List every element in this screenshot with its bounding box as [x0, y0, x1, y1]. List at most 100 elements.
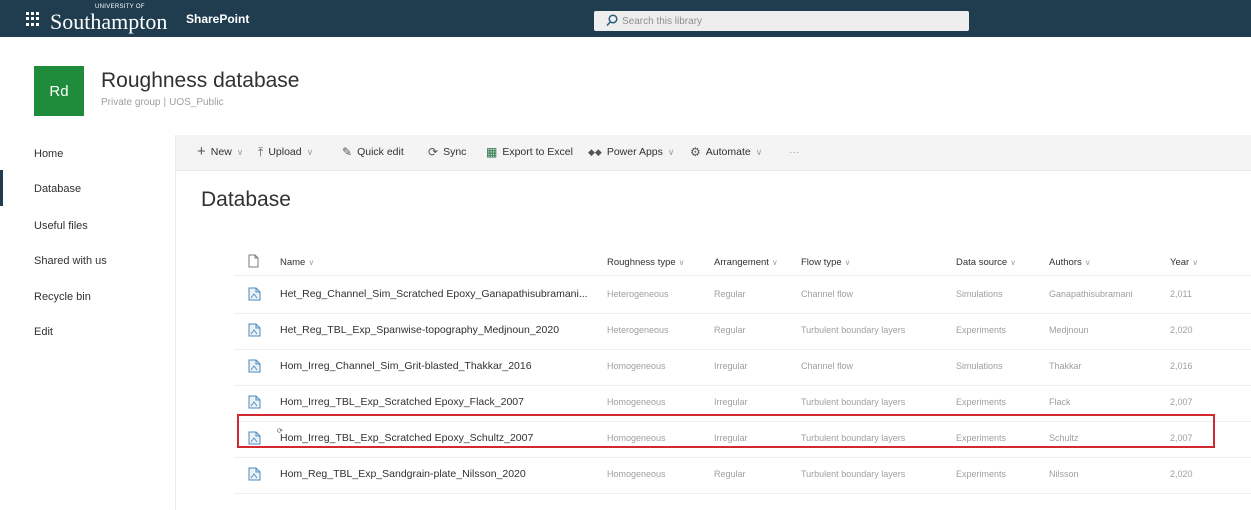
- chevron-down-icon: ∨: [1192, 258, 1199, 267]
- site-privacy: Private group: [101, 97, 161, 108]
- cell-authors: Flack: [1049, 397, 1071, 407]
- cell-authors: Nilsson: [1049, 469, 1079, 479]
- table-row[interactable]: Hom_Irreg_Channel_Sim_Grit-blasted_Thakk…: [234, 350, 1251, 384]
- search-icon: [606, 14, 618, 27]
- cell-roughness-type: Heterogeneous: [607, 289, 669, 299]
- chevron-down-icon: ∨: [236, 146, 244, 157]
- cell-flow-type: Turbulent boundary layers: [801, 325, 906, 335]
- column-header-data-source[interactable]: Data source ∨: [956, 257, 1016, 268]
- power-apps-button[interactable]: ◆◆ Power Apps ∨: [588, 146, 674, 158]
- column-header-authors[interactable]: Authors ∨: [1049, 257, 1091, 268]
- cell-year: 2,007: [1170, 397, 1193, 407]
- nav-item-useful-files[interactable]: Useful files: [34, 220, 88, 232]
- automate-icon: ⚙: [690, 145, 701, 159]
- nav-divider: [175, 135, 176, 510]
- cell-data-source: Simulations: [956, 361, 1003, 371]
- cell-year: 2,016: [1170, 361, 1193, 371]
- cell-arrangement: Regular: [714, 289, 746, 299]
- column-header-flow-type[interactable]: Flow type ∨: [801, 257, 851, 268]
- cell-name[interactable]: Hom_Irreg_Channel_Sim_Grit-blasted_Thakk…: [280, 360, 532, 372]
- chevron-down-icon: ∨: [1084, 258, 1091, 267]
- site-title[interactable]: Roughness database: [101, 69, 300, 93]
- suite-bar: UNIVERSITY OF Southampton SharePoint: [0, 0, 1251, 37]
- cell-arrangement: Regular: [714, 469, 746, 479]
- chevron-down-icon: ∨: [308, 258, 315, 267]
- column-header-label: Authors: [1049, 257, 1082, 268]
- export-to-excel-button[interactable]: ▦ Export to Excel: [486, 146, 573, 158]
- cell-arrangement: Irregular: [714, 361, 748, 371]
- upload-label: Upload: [268, 146, 302, 158]
- column-header-label: Roughness type: [607, 257, 676, 268]
- cell-name[interactable]: Hom_Reg_TBL_Exp_Sandgrain-plate_Nilsson_…: [280, 468, 526, 480]
- column-header-label: Data source: [956, 257, 1008, 268]
- cell-arrangement: Irregular: [714, 397, 748, 407]
- file-icon: [248, 395, 261, 409]
- cell-authors: Ganapathisubramani: [1049, 289, 1133, 299]
- automate-button[interactable]: ⚙ Automate ∨: [690, 146, 762, 158]
- chevron-down-icon: ∨: [844, 258, 851, 267]
- cell-authors: Medjnoun: [1049, 325, 1089, 335]
- app-launcher-icon[interactable]: [26, 12, 40, 26]
- nav-item-recycle-bin[interactable]: Recycle bin: [34, 291, 91, 303]
- command-bar: + New ∨ ⤒ Upload ∨ ✎ Quick edit ⟳ Sync ▦ Export…: [176, 135, 1251, 171]
- cell-year: 2,020: [1170, 325, 1193, 335]
- power-apps-label: Power Apps: [606, 146, 663, 158]
- cell-flow-type: Channel flow: [801, 361, 854, 371]
- nav-item-database[interactable]: Database: [34, 183, 81, 195]
- column-header-name[interactable]: Name ∨: [280, 257, 314, 268]
- chevron-down-icon: ∨: [678, 258, 685, 267]
- column-header-label: Year: [1170, 257, 1190, 268]
- cell-authors: Thakkar: [1049, 361, 1082, 371]
- cell-year: 2,020: [1170, 469, 1193, 479]
- quick-edit-button[interactable]: ✎ Quick edit: [342, 146, 404, 158]
- cell-roughness-type: Homogeneous: [607, 361, 666, 371]
- file-type-icon[interactable]: [248, 254, 259, 268]
- cell-name[interactable]: Hom_Irreg_TBL_Exp_Scratched Epoxy_Flack_…: [280, 396, 524, 408]
- cell-data-source: Experiments: [956, 397, 1007, 407]
- chevron-down-icon: ∨: [1010, 258, 1017, 267]
- search-input[interactable]: [622, 13, 952, 29]
- table-row[interactable]: Hom_Reg_TBL_Exp_Sandgrain-plate_Nilsson_…: [234, 458, 1251, 492]
- chevron-down-icon: ∨: [306, 146, 314, 157]
- cell-name[interactable]: Het_Reg_TBL_Exp_Spanwise-topography_Medj…: [280, 324, 559, 336]
- cell-data-source: Experiments: [956, 469, 1007, 479]
- nav-item-shared-with-us[interactable]: Shared with us: [34, 255, 107, 267]
- column-header-label: Name: [280, 257, 306, 268]
- quick-edit-label: Quick edit: [357, 146, 404, 158]
- nav-item-home[interactable]: Home: [34, 148, 63, 160]
- excel-icon: ▦: [486, 145, 498, 159]
- search-box[interactable]: [594, 11, 969, 31]
- header-divider: [234, 275, 1251, 276]
- cell-name[interactable]: Het_Reg_Channel_Sim_Scratched Epoxy_Gana…: [280, 288, 588, 300]
- cell-data-source: Simulations: [956, 289, 1003, 299]
- cell-roughness-type: Homogeneous: [607, 397, 666, 407]
- app-name-link[interactable]: SharePoint: [186, 12, 249, 26]
- upload-icon: ⤒: [258, 145, 264, 159]
- site-logo[interactable]: Rd: [34, 66, 84, 116]
- new-label: New: [210, 146, 232, 158]
- site-subtitle: Private group | UOS_Public: [101, 97, 224, 108]
- row-highlight-box: [237, 414, 1215, 448]
- cell-flow-type: Turbulent boundary layers: [801, 469, 906, 479]
- column-header-arrangement[interactable]: Arrangement ∨: [714, 257, 778, 268]
- cell-arrangement: Regular: [714, 325, 746, 335]
- chevron-down-icon: ∨: [771, 258, 778, 267]
- table-row[interactable]: Het_Reg_Channel_Sim_Scratched Epoxy_Gana…: [234, 278, 1251, 312]
- more-button[interactable]: ···: [789, 146, 800, 158]
- column-header-roughness-type[interactable]: Roughness type ∨: [607, 257, 685, 268]
- page-title: Database: [201, 188, 291, 211]
- chevron-down-icon: ∨: [667, 146, 675, 157]
- upload-button[interactable]: ⤒ Upload ∨: [258, 146, 313, 158]
- row-divider: [234, 493, 1251, 494]
- table-row[interactable]: Het_Reg_TBL_Exp_Spanwise-topography_Medj…: [234, 314, 1251, 348]
- plus-icon: +: [197, 143, 206, 160]
- cell-flow-type: Channel flow: [801, 289, 854, 299]
- cell-flow-type: Turbulent boundary layers: [801, 397, 906, 407]
- cell-roughness-type: Homogeneous: [607, 469, 666, 479]
- column-header-year[interactable]: Year ∨: [1170, 257, 1198, 268]
- nav-item-edit[interactable]: Edit: [34, 326, 53, 338]
- new-button[interactable]: + New ∨: [197, 143, 244, 160]
- sync-button[interactable]: ⟳ Sync: [428, 146, 466, 158]
- cell-roughness-type: Heterogeneous: [607, 325, 669, 335]
- column-header-label: Flow type: [801, 257, 842, 268]
